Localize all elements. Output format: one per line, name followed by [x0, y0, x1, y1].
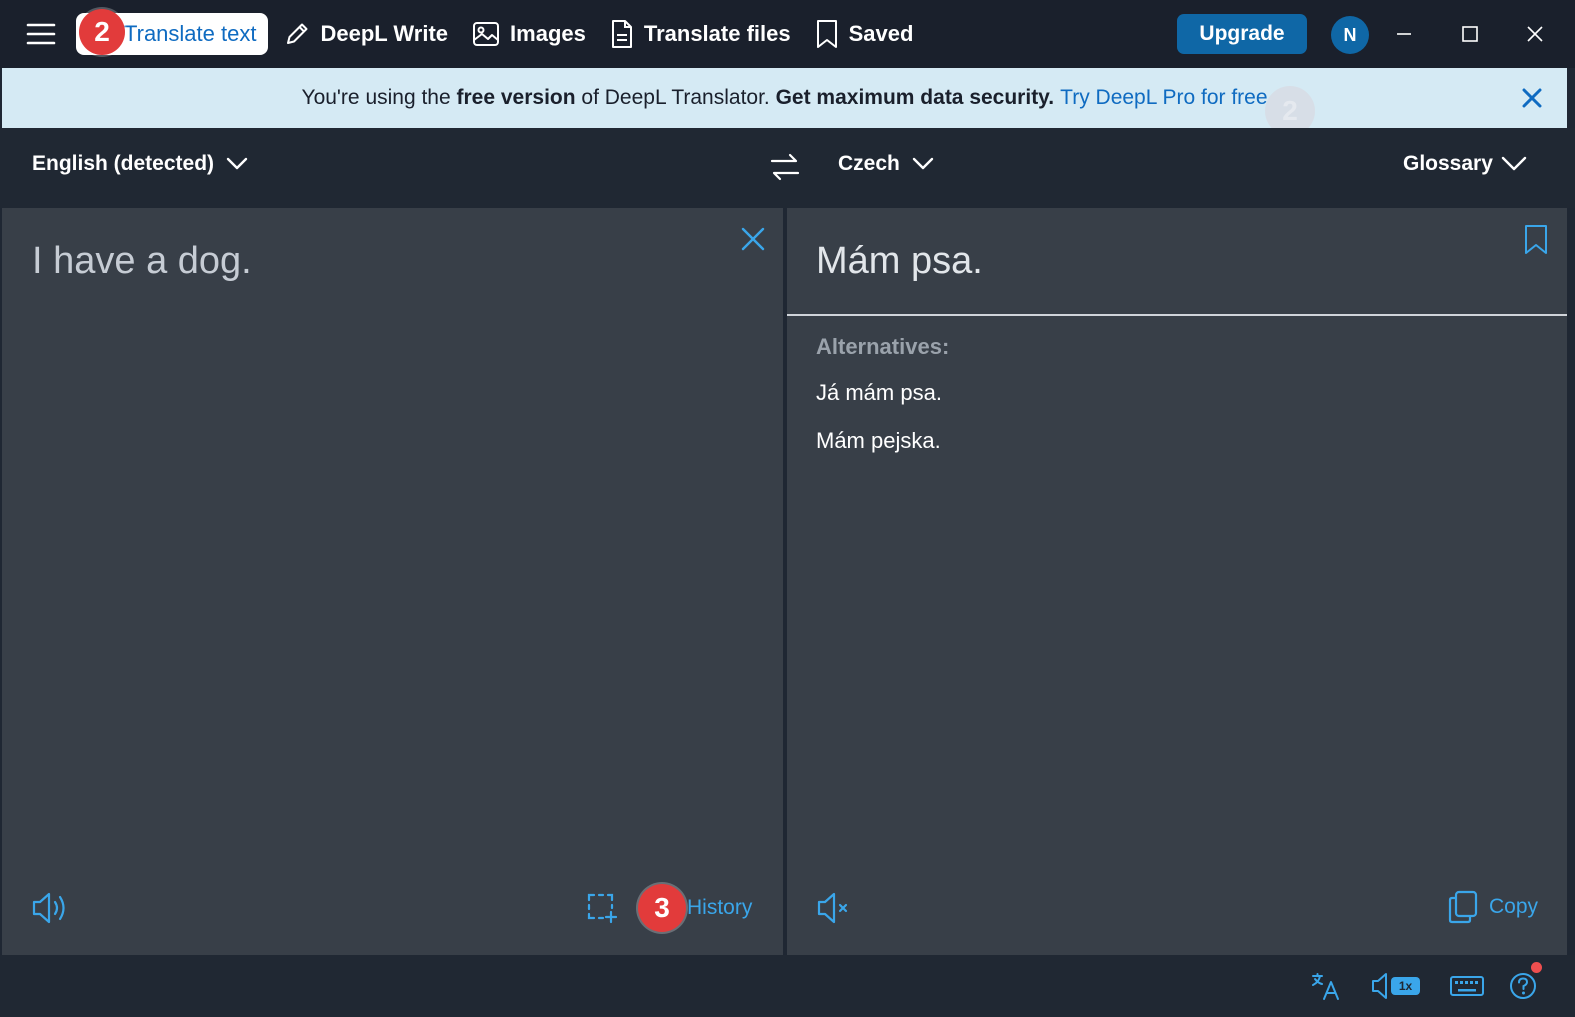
file-icon — [610, 19, 634, 49]
minimize-icon[interactable] — [1390, 20, 1418, 48]
copy-label: Copy — [1489, 895, 1539, 918]
target-panel: Mám psa. Alternatives: Já mám psa. Mám p… — [787, 208, 1567, 955]
tab-translate-files-label: Translate files — [643, 21, 791, 46]
listen-translation-muted-icon[interactable] — [815, 890, 855, 926]
tab-images-label: Images — [510, 21, 586, 46]
source-text-input[interactable]: I have a dog. — [32, 240, 252, 283]
keyboard-icon[interactable] — [1449, 971, 1485, 1001]
tab-translate-files[interactable]: Translate files — [598, 13, 803, 55]
close-banner-icon[interactable] — [1519, 85, 1545, 111]
annotation-badge: 2 — [79, 9, 125, 55]
copy-icon — [1447, 890, 1479, 924]
formality-icon[interactable] — [1310, 971, 1342, 1001]
glossary-dropdown[interactable]: Glossary — [1403, 152, 1527, 176]
chevron-down-icon — [1501, 156, 1527, 172]
target-language-select[interactable]: Czech — [838, 152, 934, 176]
alternatives-title: Alternatives: — [816, 334, 950, 359]
tab-images[interactable]: Images — [460, 13, 598, 55]
banner-free-version: free version — [456, 86, 576, 109]
pencil-icon — [284, 21, 310, 47]
banner-text: You're using the — [301, 86, 457, 109]
bookmark-icon — [815, 19, 839, 49]
swap-languages-icon[interactable] — [768, 150, 802, 184]
image-icon — [472, 21, 500, 47]
speech-speed-control[interactable]: 1x — [1370, 971, 1422, 1001]
avatar[interactable]: N — [1331, 16, 1369, 54]
listen-source-icon[interactable] — [30, 890, 70, 926]
alternative-item[interactable]: Já mám psa. — [816, 380, 942, 406]
translation-output[interactable]: Mám psa. — [816, 240, 983, 283]
try-pro-link[interactable]: Try DeepL Pro for free — [1060, 86, 1267, 110]
help-icon[interactable] — [1508, 971, 1540, 1001]
tab-translate-text-label: Translate text — [124, 21, 257, 46]
maximize-icon[interactable] — [1456, 20, 1484, 48]
screen-capture-icon[interactable] — [586, 892, 618, 924]
source-language-select[interactable]: English (detected) — [32, 152, 248, 176]
tab-saved-label: Saved — [848, 21, 914, 46]
history-button[interactable]: History — [687, 896, 752, 920]
speech-speed-label: 1x — [1398, 979, 1413, 993]
alternative-item[interactable]: Mám pejska. — [816, 428, 941, 454]
tab-deepl-write[interactable]: DeepL Write — [272, 13, 460, 55]
annotation-badge: 3 — [638, 884, 686, 932]
tab-deepl-write-label: DeepL Write — [320, 21, 449, 46]
save-translation-icon[interactable] — [1523, 224, 1549, 256]
chevron-down-icon — [226, 157, 248, 171]
notification-dot — [1531, 962, 1542, 973]
upgrade-button[interactable]: Upgrade — [1177, 14, 1307, 54]
close-window-icon[interactable] — [1521, 20, 1549, 48]
target-language-label: Czech — [838, 152, 900, 175]
top-bar: Translate text DeepL Write Images Transl… — [0, 0, 1575, 68]
glossary-label: Glossary — [1403, 152, 1493, 175]
menu-icon[interactable] — [26, 22, 56, 48]
translation-divider — [787, 314, 1567, 316]
banner-security: Get maximum data security. — [775, 86, 1055, 109]
tab-saved[interactable]: Saved — [803, 13, 926, 55]
source-panel: I have a dog. 3 History — [2, 208, 783, 955]
copy-button[interactable]: Copy — [1447, 890, 1538, 924]
banner-text-2: of DeepL Translator. — [575, 86, 776, 109]
main-nav: Translate text DeepL Write Images Transl… — [76, 13, 925, 55]
language-bar: English (detected) Czech Glossary — [0, 128, 1575, 208]
source-language-label: English (detected) — [32, 152, 215, 175]
pro-banner: You're using the free version of DeepL T… — [2, 68, 1567, 128]
chevron-down-icon — [912, 157, 934, 171]
clear-text-icon[interactable] — [740, 226, 766, 252]
status-bar: 1x — [0, 955, 1575, 1017]
